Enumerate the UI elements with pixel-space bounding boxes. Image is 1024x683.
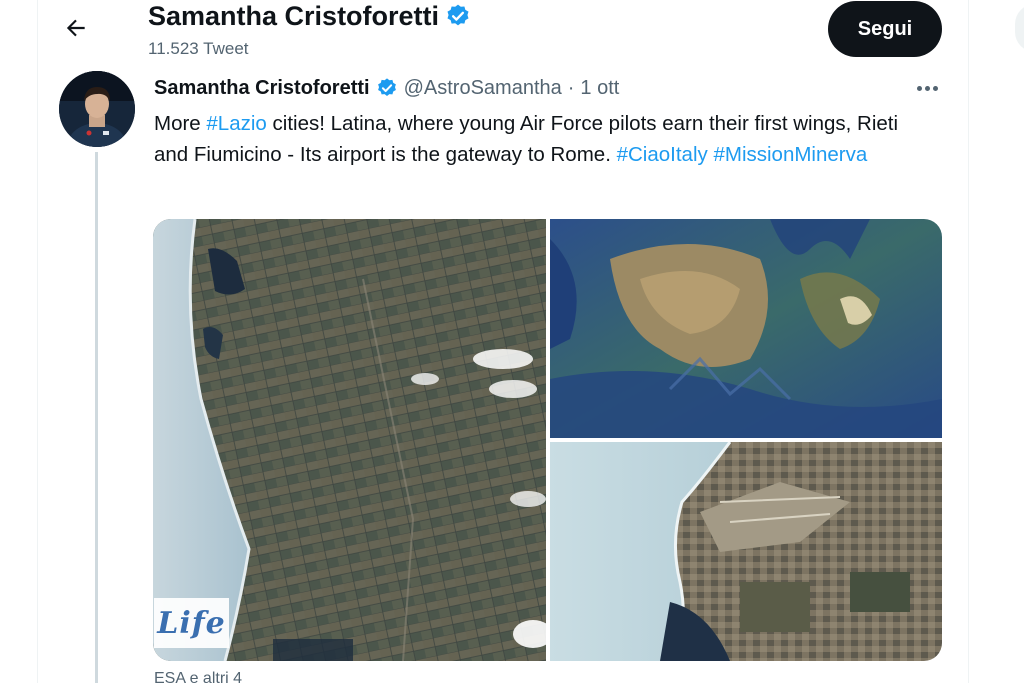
separator-dot: ·: [567, 76, 575, 99]
avatar-image: [59, 71, 135, 147]
tweet-author-name[interactable]: Samantha Cristoforetti: [154, 77, 370, 100]
tweet-header: Samantha Cristoforetti @AstroSamantha · …: [154, 74, 619, 102]
hashtag-link[interactable]: #CiaoItaly: [617, 143, 708, 166]
satellite-image: [550, 442, 942, 661]
photo-fiumicino[interactable]: [550, 442, 942, 661]
more-options-button[interactable]: [912, 78, 942, 98]
search-box-edge[interactable]: [1015, 4, 1024, 52]
photo-rieti[interactable]: [550, 219, 942, 438]
media-grid: [153, 219, 942, 661]
more-horizontal-icon: [916, 85, 922, 91]
back-button[interactable]: [58, 10, 94, 46]
tweet-count: 11.523 Tweet: [148, 39, 249, 58]
verified-badge-icon: [377, 78, 396, 96]
hashtag-link[interactable]: #MissionMinerva: [713, 143, 867, 166]
arrow-left-icon: [66, 19, 85, 37]
watermark-text: Life: [157, 605, 226, 641]
more-dot: [924, 85, 930, 91]
hashtag-link[interactable]: #Lazio: [206, 112, 266, 135]
watermark-logo: Life: [154, 598, 229, 648]
satellite-image: [153, 219, 546, 661]
profile-header-name: Samantha Cristoforetti: [148, 0, 471, 32]
tweet-author-handle[interactable]: @AstroSamantha: [404, 77, 562, 100]
tweet-text-segment: More: [154, 112, 207, 135]
satellite-image: [550, 219, 942, 438]
tweet-text: More #Lazio cities! Latina, where young …: [154, 108, 934, 170]
right-sidebar: [968, 0, 1024, 683]
photo-latina[interactable]: [153, 219, 546, 661]
verified-badge-icon: [447, 4, 469, 26]
follow-button[interactable]: Segui: [828, 1, 942, 57]
thread-line: [95, 152, 98, 683]
avatar[interactable]: [59, 71, 135, 147]
tagged-users[interactable]: ESA e altri 4: [154, 670, 242, 683]
left-gutter: [0, 0, 38, 683]
tweet-date[interactable]: 1 ott: [580, 77, 619, 100]
more-dot: [932, 85, 938, 91]
profile-name-text: Samantha Cristoforetti: [148, 1, 440, 31]
